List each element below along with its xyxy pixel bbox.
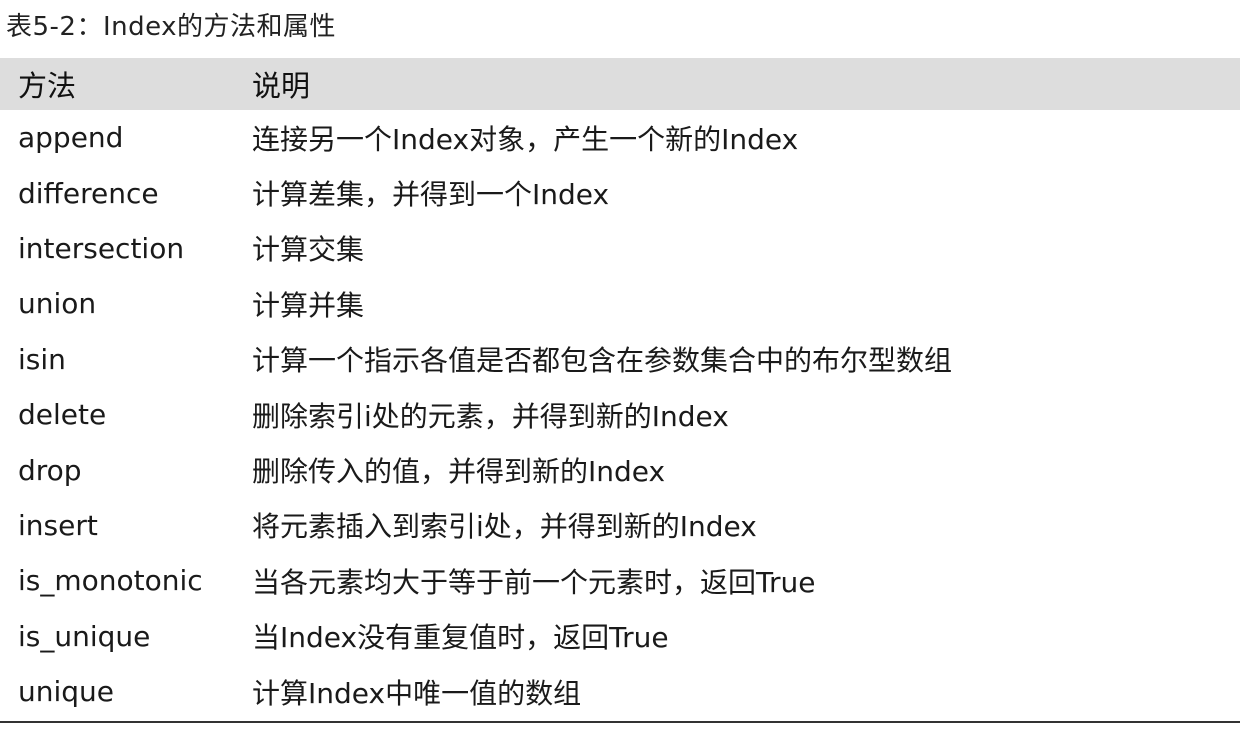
method-description: 当各元素均大于等于前一个元素时，返回True: [252, 565, 816, 599]
method-name: is_monotonic: [18, 564, 203, 598]
table-row: unique 计算Index中唯一值的数组: [0, 664, 1240, 719]
table-caption: 表5-2：Index的方法和属性: [6, 12, 337, 42]
table-row: drop 删除传入的值，并得到新的Index: [0, 442, 1240, 497]
table-row: is_unique 当Index没有重复值时，返回True: [0, 609, 1240, 664]
method-description: 将元素插入到索引i处，并得到新的Index: [252, 510, 757, 544]
method-description: 计算交集: [252, 233, 365, 267]
method-description: 计算Index中唯一值的数组: [252, 676, 582, 710]
method-name: intersection: [18, 231, 185, 265]
method-description: 删除传入的值，并得到新的Index: [252, 455, 666, 489]
table-row: delete 删除索引i处的元素，并得到新的Index: [0, 387, 1240, 442]
table-row: difference 计算差集，并得到一个Index: [0, 165, 1240, 220]
header-description: 说明: [252, 69, 311, 103]
bottom-rule: [0, 721, 1240, 724]
table-row: union 计算并集: [0, 276, 1240, 331]
header-method: 方法: [18, 69, 77, 103]
method-name: append: [18, 121, 124, 155]
method-description: 连接另一个Index对象，产生一个新的Index: [252, 122, 799, 156]
table-row: is_monotonic 当各元素均大于等于前一个元素时，返回True: [0, 553, 1240, 608]
table-header: 方法 说明: [0, 58, 1240, 110]
table-body: append 连接另一个Index对象，产生一个新的Index difference…: [0, 110, 1240, 719]
method-name: union: [18, 287, 97, 321]
method-name: insert: [18, 508, 98, 542]
method-description: 当Index没有重复值时，返回True: [252, 621, 669, 655]
method-name: isin: [18, 342, 66, 376]
method-name: difference: [18, 176, 159, 210]
method-description: 计算差集，并得到一个Index: [252, 178, 610, 212]
method-description: 计算一个指示各值是否都包含在参数集合中的布尔型数组: [252, 344, 953, 378]
method-name: is_unique: [18, 619, 151, 653]
method-name: unique: [18, 675, 115, 709]
table-row: insert 将元素插入到索引i处，并得到新的Index: [0, 498, 1240, 553]
table-row: intersection 计算交集: [0, 221, 1240, 276]
method-name: delete: [18, 398, 107, 432]
table-row: append 连接另一个Index对象，产生一个新的Index: [0, 110, 1240, 165]
table-row: isin 计算一个指示各值是否都包含在参数集合中的布尔型数组: [0, 332, 1240, 387]
method-description: 删除索引i处的元素，并得到新的Index: [252, 399, 729, 433]
method-description: 计算并集: [252, 288, 365, 322]
method-name: drop: [18, 453, 82, 487]
index-methods-table: 方法 说明 append 连接另一个Index对象，产生一个新的Index diff…: [0, 58, 1240, 724]
